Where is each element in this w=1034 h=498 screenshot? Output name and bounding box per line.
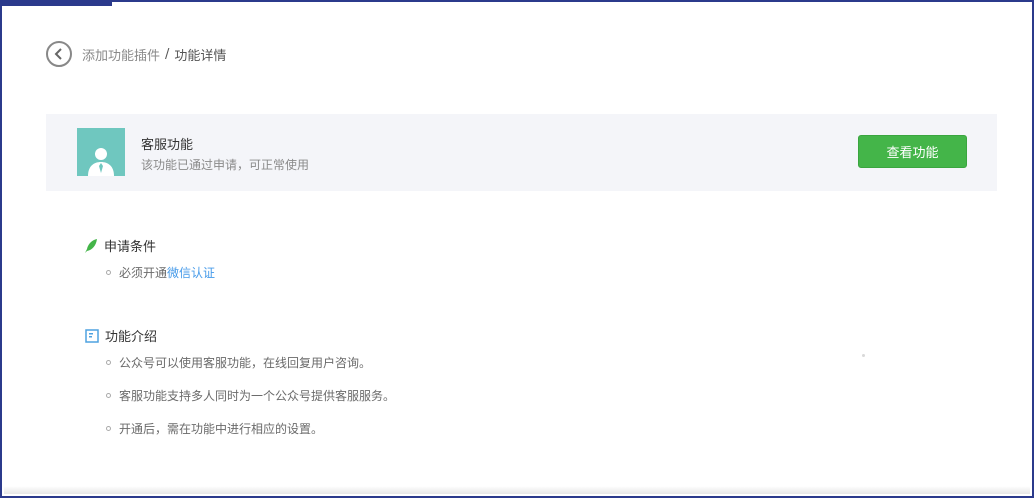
feature-header-panel: 客服功能 该功能已通过申请，可正常使用 查看功能 (46, 114, 997, 191)
list-item: 客服功能支持多人同时为一个公众号提供客服服务。 (106, 387, 395, 404)
intro-item-text: 客服功能支持多人同时为一个公众号提供客服服务。 (119, 389, 396, 403)
window-frame: 添加功能插件 / 功能详情 客服功能 该功能已通过申请，可正常使用 查看功能 申… (0, 0, 1034, 498)
bullet-dot-icon (106, 426, 111, 431)
decorative-dot (862, 354, 865, 357)
person-icon (88, 148, 114, 176)
view-feature-button[interactable]: 查看功能 (858, 135, 967, 168)
bullet-dot-icon (106, 270, 111, 275)
back-button[interactable] (46, 41, 72, 67)
breadcrumb-parent-link[interactable]: 添加功能插件 (82, 45, 160, 64)
intro-item-text: 公众号可以使用客服功能，在线回复用户咨询。 (119, 356, 372, 370)
breadcrumb: 添加功能插件 / 功能详情 (46, 40, 226, 68)
document-icon (85, 328, 99, 343)
breadcrumb-separator: / (165, 46, 170, 62)
top-accent-bar (2, 2, 112, 6)
bullet-dot-icon (106, 360, 111, 365)
list-item: 开通后，需在功能中进行相应的设置。 (106, 420, 323, 437)
list-item: 必须开通 微信认证 (106, 264, 215, 281)
breadcrumb-current: 功能详情 (174, 48, 227, 64)
wechat-verification-link[interactable]: 微信认证 (167, 264, 215, 281)
feature-status-text: 该功能已通过申请，可正常使用 (141, 158, 310, 172)
feature-avatar (77, 128, 125, 176)
bottom-shadow (4, 486, 1030, 494)
intro-heading-label: 功能介绍 (105, 330, 158, 345)
intro-item-text: 开通后，需在功能中进行相应的设置。 (119, 422, 324, 436)
intro-heading: 功能介绍 (85, 326, 157, 345)
requirements-heading: 申请条件 (84, 236, 156, 255)
chevron-left-icon (54, 48, 62, 60)
requirements-heading-label: 申请条件 (104, 240, 157, 255)
pen-leaf-icon (85, 238, 97, 253)
bullet-dot-icon (106, 393, 111, 398)
list-item: 公众号可以使用客服功能，在线回复用户咨询。 (106, 354, 371, 371)
feature-name: 客服功能 (141, 138, 194, 153)
requirement-text: 必须开通 (119, 266, 168, 280)
